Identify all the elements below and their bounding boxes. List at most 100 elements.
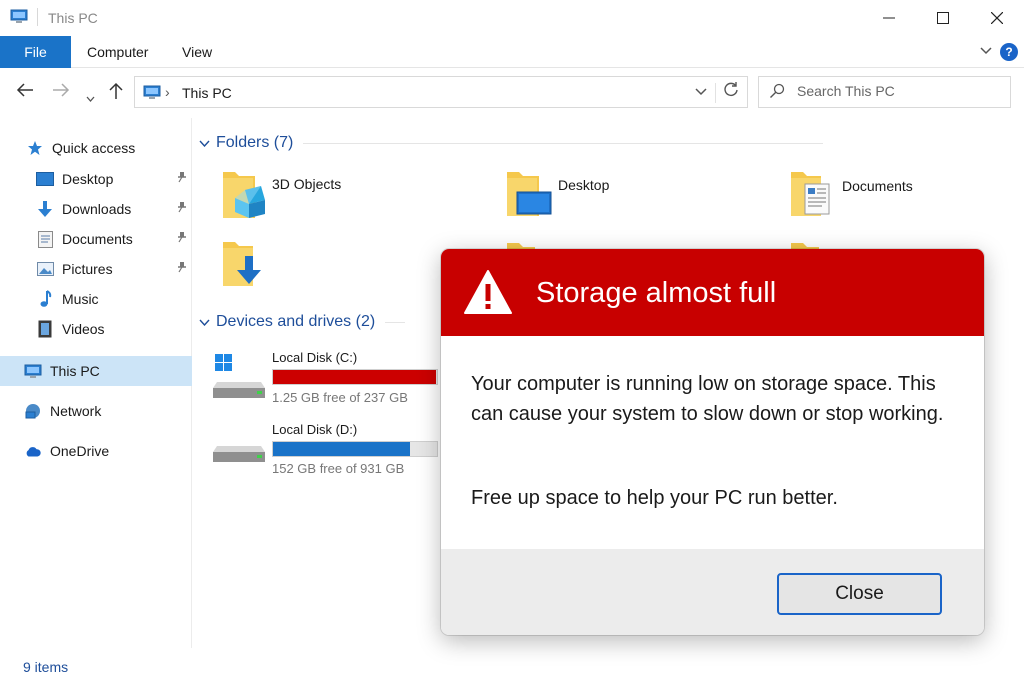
drive-c-free-space: 1.25 GB free of 237 GB — [272, 390, 408, 405]
arrow-left-icon — [16, 83, 33, 97]
window-title: This PC — [48, 10, 98, 26]
drive-c-name: Local Disk (C:) — [272, 350, 358, 365]
network-icon — [24, 402, 42, 420]
drive-c-usage-fill — [273, 370, 437, 384]
dialog-title: Storage almost full — [536, 277, 777, 309]
address-history-button[interactable] — [695, 84, 707, 99]
dialog-message: Your computer is running low on storage … — [471, 373, 944, 425]
search-input[interactable] — [797, 83, 997, 99]
computer-icon — [24, 362, 42, 380]
group-divider — [385, 321, 406, 323]
navigation-pane: Quick access Desktop Downloads Documents… — [0, 118, 192, 648]
sidebar-item-onedrive[interactable]: OneDrive — [0, 436, 192, 466]
refresh-button[interactable] — [723, 81, 739, 102]
sidebar-item-label: This PC — [50, 363, 100, 379]
breadcrumb-this-pc[interactable]: This PC — [182, 85, 232, 101]
minimize-icon — [883, 17, 895, 19]
music-icon — [36, 290, 54, 308]
dialog-header: Storage almost full — [441, 249, 984, 336]
sidebar-item-this-pc[interactable]: This PC — [0, 356, 192, 386]
sidebar-item-network[interactable]: Network — [0, 396, 192, 426]
folders-group-header[interactable]: Folders (7) — [199, 134, 824, 152]
folder-label-documents: Documents — [842, 178, 913, 194]
item-count: 9 items — [23, 659, 69, 675]
search-box[interactable] — [758, 76, 1011, 108]
tab-file[interactable]: File — [0, 36, 71, 68]
pin-icon — [176, 172, 192, 186]
folder-downloads[interactable] — [221, 240, 267, 295]
cloud-icon — [24, 442, 42, 460]
pin-icon — [176, 232, 192, 246]
recent-locations-button[interactable] — [86, 86, 95, 107]
dialog-message-secondary: Free up space to help your PC run better… — [471, 487, 838, 509]
sidebar-item-desktop[interactable]: Desktop — [0, 164, 192, 194]
address-divider — [715, 83, 716, 103]
up-button[interactable] — [108, 82, 124, 105]
status-bar: 9 items — [0, 648, 1024, 683]
ribbon: File Computer View ? — [0, 36, 1024, 68]
help-button[interactable]: ? — [1000, 43, 1018, 61]
close-icon — [991, 12, 1003, 24]
forward-button[interactable] — [52, 82, 70, 103]
sidebar-item-quick-access[interactable]: Quick access — [0, 133, 192, 163]
video-icon — [36, 320, 54, 338]
pin-icon — [176, 262, 192, 276]
back-button[interactable] — [16, 82, 34, 103]
folder-3d-objects[interactable] — [221, 168, 267, 227]
sidebar-item-videos[interactable]: Videos — [0, 314, 192, 344]
folder-desktop[interactable] — [505, 170, 553, 225]
drive-d-free-space: 152 GB free of 931 GB — [272, 461, 405, 476]
tab-view[interactable]: View — [166, 36, 228, 68]
drive-d[interactable] — [213, 440, 267, 473]
download-icon — [36, 200, 54, 218]
chevron-down-icon — [199, 136, 210, 150]
chevron-down-icon — [199, 315, 210, 329]
title-bar: This PC — [0, 0, 1024, 36]
sidebar-item-label: Network — [50, 403, 102, 419]
storage-warning-dialog: Storage almost full Your computer is run… — [441, 249, 984, 635]
breadcrumb-separator: › — [165, 84, 170, 100]
sidebar-item-label: Desktop — [62, 171, 114, 187]
sidebar-item-label: Music — [62, 291, 99, 307]
minimize-button[interactable] — [862, 0, 916, 36]
3d-objects-folder-icon — [223, 172, 265, 218]
sidebar-item-label: Videos — [62, 321, 105, 337]
drive-c-usage-bar — [272, 369, 438, 385]
folder-documents[interactable] — [789, 170, 833, 225]
windows-drive-icon — [213, 354, 265, 398]
refresh-icon — [724, 82, 738, 96]
drives-group-header[interactable]: Devices and drives (2) — [199, 313, 406, 331]
sidebar-item-label: Downloads — [62, 201, 132, 217]
sidebar-item-label: Quick access — [52, 140, 136, 156]
picture-icon — [36, 260, 54, 278]
expand-ribbon-button[interactable] — [980, 44, 992, 58]
drives-group-title: Devices and drives (2) — [216, 313, 376, 330]
chevron-down-icon — [980, 47, 992, 55]
navigation-bar: › This PC — [0, 68, 1024, 118]
sidebar-item-pictures[interactable]: Pictures — [0, 254, 192, 284]
address-bar[interactable]: › This PC — [134, 76, 748, 108]
tab-computer[interactable]: Computer — [71, 36, 164, 68]
folder-label-desktop: Desktop — [558, 177, 610, 193]
sidebar-item-downloads[interactable]: Downloads — [0, 194, 192, 224]
sidebar-item-documents[interactable]: Documents — [0, 224, 192, 254]
close-window-button[interactable] — [970, 0, 1024, 36]
maximize-icon — [937, 12, 949, 24]
folder-label-3d-objects: 3D Objects — [272, 176, 342, 192]
dialog-footer: Close — [441, 549, 984, 635]
chevron-down-icon — [695, 88, 707, 96]
computer-icon — [143, 85, 161, 99]
computer-icon — [10, 9, 28, 23]
drive-c[interactable] — [213, 352, 267, 405]
drive-d-usage-fill — [273, 442, 411, 456]
group-divider — [303, 142, 824, 144]
maximize-button[interactable] — [916, 0, 970, 36]
folders-group-title: Folders (7) — [216, 134, 294, 151]
close-button[interactable]: Close — [777, 573, 942, 615]
sidebar-item-label: OneDrive — [50, 443, 110, 459]
star-icon — [26, 139, 44, 157]
sidebar-item-music[interactable]: Music — [0, 284, 192, 314]
drive-d-usage-bar — [272, 441, 438, 457]
chevron-down-icon — [86, 96, 95, 102]
sidebar-item-label: Documents — [62, 231, 133, 247]
